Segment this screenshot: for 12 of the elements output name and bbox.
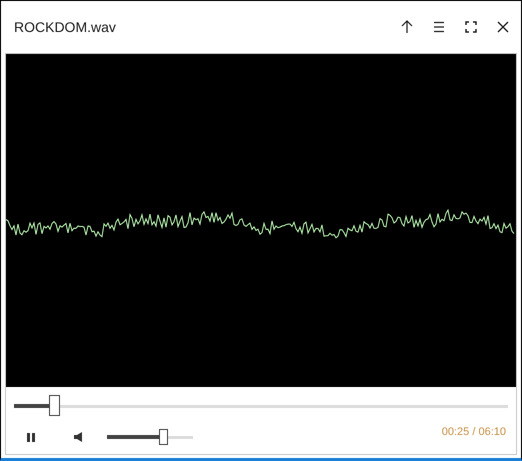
pause-icon[interactable] <box>27 432 35 442</box>
seek-slider[interactable] <box>14 395 508 417</box>
volume-slider[interactable] <box>107 429 193 445</box>
seek-thumb[interactable] <box>48 395 60 416</box>
window-title: ROCKDOM.wav <box>14 18 117 36</box>
speaker-icon[interactable] <box>74 432 83 442</box>
menu-icon[interactable] <box>431 19 447 35</box>
volume-thumb[interactable] <box>158 429 168 445</box>
close-icon[interactable] <box>495 19 511 35</box>
fullscreen-icon[interactable] <box>463 19 479 35</box>
time-display: 00:25 / 06:10 <box>442 425 506 440</box>
arrow-up-icon[interactable] <box>399 19 415 35</box>
